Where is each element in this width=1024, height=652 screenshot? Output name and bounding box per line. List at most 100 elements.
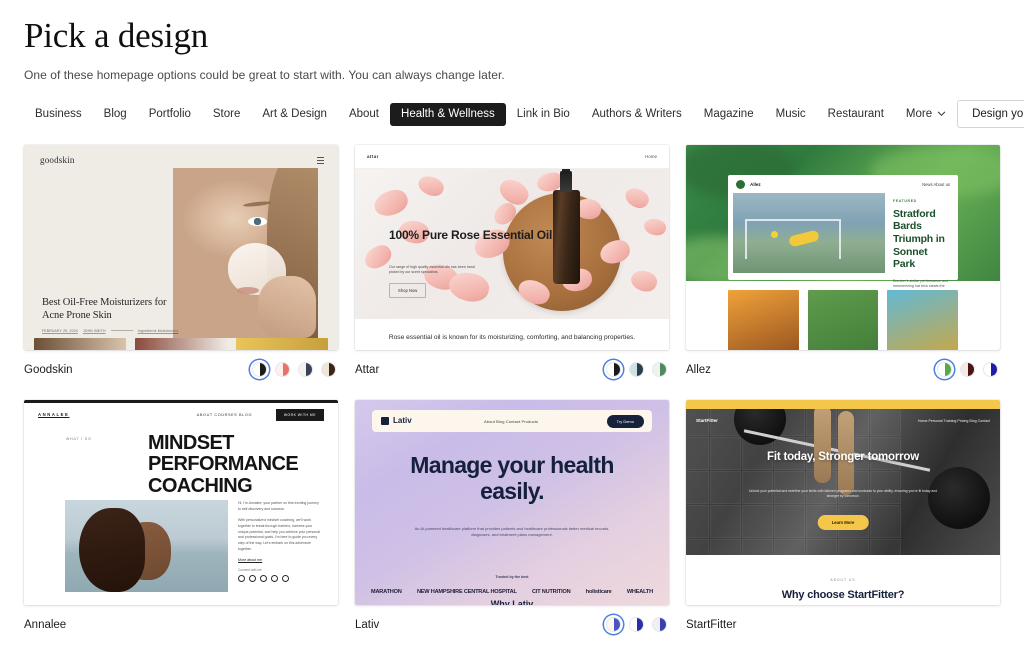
goodskin-preview: goodskin Best Oil-Free Moisturizers for … bbox=[24, 144, 338, 350]
theme-meta: Attar bbox=[355, 357, 669, 383]
nav-item-art-design[interactable]: Art & Design bbox=[251, 103, 338, 126]
preview-cta-button: Learn More bbox=[817, 514, 869, 530]
theme-preview-thumbnail[interactable]: attar Home 100% Pure Rose Essential Oil … bbox=[355, 144, 669, 350]
preview-eyebrow: ABOUT US bbox=[830, 577, 856, 582]
theme-color-swatches bbox=[250, 360, 338, 379]
nav-item-blog[interactable]: Blog bbox=[93, 103, 138, 126]
preview-logo: Lativ bbox=[393, 415, 412, 425]
color-swatch-2[interactable] bbox=[627, 360, 646, 379]
preview-headline: Manage your health easily. bbox=[410, 451, 614, 504]
preview-section-heading: Why Lativ bbox=[490, 598, 534, 605]
preview-cta-button: Try Demo bbox=[606, 414, 644, 428]
color-swatch-3[interactable] bbox=[650, 615, 669, 634]
page-title: Pick a design bbox=[24, 16, 209, 55]
preview-logo: goodskin bbox=[40, 154, 75, 165]
preview-partner-logos: MARATHON NEW HAMPSHIRE CENTRAL HOSPITAL CI… bbox=[371, 588, 653, 595]
theme-preview-thumbnail[interactable]: Allez News About us FEATURED Stratford B… bbox=[686, 144, 1000, 350]
theme-card-startfitter: Sign up for a 14-day trial today StartFi… bbox=[686, 399, 1000, 652]
color-swatch-circle bbox=[937, 362, 952, 378]
design-your-own-button[interactable]: Design your own bbox=[957, 100, 1024, 129]
nav-item-music[interactable]: Music bbox=[765, 103, 817, 126]
theme-card-allez: Allez News About us FEATURED Stratford B… bbox=[686, 144, 1000, 400]
preview-nav: Home Personal Training Pricing Blog Cont… bbox=[917, 418, 990, 423]
theme-preview-canvas: attar Home 100% Pure Rose Essential Oil … bbox=[355, 144, 669, 350]
nav-item-link-in-bio[interactable]: Link in Bio bbox=[506, 103, 581, 126]
theme-meta: Annalee bbox=[24, 612, 338, 638]
color-swatch-3[interactable] bbox=[650, 360, 669, 379]
theme-color-swatches bbox=[604, 360, 669, 379]
preview-nav: Home bbox=[644, 153, 657, 159]
theme-meta: Lativ bbox=[355, 612, 669, 638]
preview-hero-image bbox=[65, 499, 228, 592]
theme-preview-thumbnail[interactable]: goodskin Best Oil-Free Moisturizers for … bbox=[24, 144, 338, 350]
preview-headline: Stratford Bards Triumph in Sonnet Park bbox=[893, 207, 945, 271]
category-nav: Business Blog Portfolio Store Art & Design Ab… bbox=[24, 100, 1024, 129]
soccer-ball-icon bbox=[736, 179, 745, 189]
preview-nav: News About us bbox=[922, 181, 950, 187]
nav-item-magazine[interactable]: Magazine bbox=[693, 103, 765, 126]
preview-body: Hi, I'm Annalee, your partner on this ex… bbox=[238, 500, 320, 551]
color-swatch-circle bbox=[652, 617, 667, 633]
theme-preview-thumbnail[interactable]: ANNALEE ABOUT COURSES BLOG WORK WITH ME … bbox=[24, 399, 338, 605]
preview-eyebrow: WHAT I DO bbox=[66, 436, 92, 441]
color-swatch-1[interactable] bbox=[604, 360, 623, 379]
theme-color-swatches bbox=[935, 360, 1000, 379]
startfitter-preview: Sign up for a 14-day trial today StartFi… bbox=[686, 399, 1000, 605]
preview-hero-image bbox=[173, 167, 318, 338]
nav-item-business[interactable]: Business bbox=[24, 103, 93, 126]
color-swatch-1[interactable] bbox=[935, 360, 954, 379]
color-swatch-circle bbox=[298, 362, 313, 378]
preview-logo: StartFitter bbox=[696, 417, 718, 423]
color-swatch-2[interactable] bbox=[958, 360, 977, 379]
theme-preview-canvas: Sign up for a 14-day trial today StartFi… bbox=[686, 399, 1000, 605]
preview-navbar bbox=[355, 144, 669, 169]
theme-name: Goodskin bbox=[24, 363, 73, 376]
nav-item-health-wellness[interactable]: Health & Wellness bbox=[390, 102, 506, 126]
pick-a-design-page: Pick a design One of these homepage opti… bbox=[0, 0, 1024, 652]
theme-preview-canvas: Lativ About Blog Contact Products Try De… bbox=[355, 399, 669, 605]
preview-article-card: Allez News About us FEATURED Stratford B… bbox=[728, 174, 958, 318]
nav-item-store[interactable]: Store bbox=[202, 103, 252, 126]
theme-preview-thumbnail[interactable]: Lativ About Blog Contact Products Try De… bbox=[355, 399, 669, 605]
nav-item-authors-writers[interactable]: Authors & Writers bbox=[581, 103, 693, 126]
theme-preview-thumbnail[interactable]: Sign up for a 14-day trial today StartFi… bbox=[686, 399, 1000, 605]
theme-preview-canvas: Allez News About us FEATURED Stratford B… bbox=[686, 144, 1000, 350]
color-swatch-circle bbox=[275, 362, 290, 378]
preview-cta-button: Shop Now bbox=[389, 282, 427, 298]
color-swatch-2[interactable] bbox=[627, 615, 646, 634]
preview-logo-icon bbox=[381, 416, 389, 425]
nav-item-more[interactable]: More bbox=[895, 103, 957, 126]
color-swatch-3[interactable] bbox=[296, 360, 315, 379]
preview-social-icons bbox=[238, 574, 289, 582]
theme-grid: goodskin Best Oil-Free Moisturizers for … bbox=[24, 144, 1000, 652]
preview-footer: Rose essential oil is known for its mois… bbox=[355, 318, 669, 350]
nav-item-restaurant[interactable]: Restaurant bbox=[817, 103, 895, 126]
lativ-preview: Lativ About Blog Contact Products Try De… bbox=[355, 399, 669, 605]
color-swatch-1[interactable] bbox=[604, 615, 623, 634]
preview-connect-label: Connect with me bbox=[238, 567, 262, 572]
theme-name: Allez bbox=[686, 363, 711, 376]
preview-trusted-label: Trusted by the best bbox=[495, 574, 529, 579]
theme-name: Attar bbox=[355, 363, 380, 376]
color-swatch-circle bbox=[652, 362, 667, 378]
color-swatch-3[interactable] bbox=[981, 360, 1000, 379]
color-swatch-circle bbox=[983, 362, 998, 378]
nav-more-label: More bbox=[905, 107, 933, 120]
preview-headline: MINDSET PERFORMANCE COACHING bbox=[148, 431, 299, 497]
preview-thumb-strip bbox=[728, 289, 959, 350]
theme-name: StartFitter bbox=[686, 618, 737, 631]
preview-headline: Best Oil-Free Moisturizers for Acne Pron… bbox=[42, 296, 167, 321]
preview-link: More about me bbox=[238, 557, 263, 562]
nav-item-about[interactable]: About bbox=[338, 103, 390, 126]
theme-name: Annalee bbox=[24, 618, 67, 631]
theme-meta: StartFitter bbox=[686, 612, 1000, 638]
preview-eyebrow: FEATURED bbox=[893, 198, 917, 203]
preview-logo: attar bbox=[367, 153, 379, 159]
color-swatch-1[interactable] bbox=[250, 360, 269, 379]
nav-item-portfolio[interactable]: Portfolio bbox=[138, 103, 202, 126]
preview-promo-banner: Sign up for a 14-day trial today bbox=[686, 399, 1000, 414]
preview-navbar: Lativ About Blog Contact Products Try De… bbox=[372, 409, 652, 432]
allez-preview: Allez News About us FEATURED Stratford B… bbox=[686, 144, 1000, 350]
color-swatch-2[interactable] bbox=[273, 360, 292, 379]
color-swatch-4[interactable] bbox=[319, 360, 338, 379]
